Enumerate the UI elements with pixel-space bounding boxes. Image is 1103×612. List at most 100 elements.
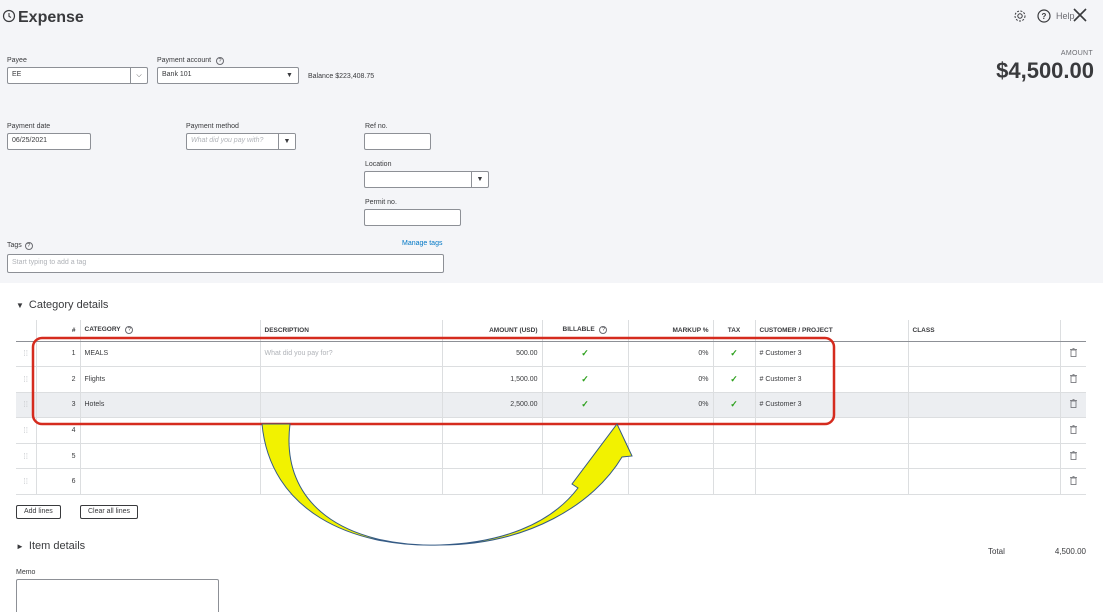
row-class[interactable] (907, 417, 1060, 444)
billable-check-icon[interactable]: ✓ (541, 341, 628, 368)
info-icon[interactable]: ? (125, 326, 134, 335)
row-customer[interactable] (754, 417, 908, 444)
info-icon[interactable]: ? (216, 57, 225, 65)
trash-icon[interactable] (1059, 443, 1086, 470)
row-markup[interactable]: 0% (627, 366, 713, 393)
history-icon[interactable] (2, 9, 16, 23)
row-amount[interactable] (441, 468, 542, 496)
row-tax[interactable] (712, 443, 755, 470)
info-icon[interactable]: ? (599, 326, 608, 335)
col-header-class: CLASS (907, 320, 1060, 342)
row-category[interactable]: Flights (79, 366, 260, 393)
row-tax[interactable] (712, 468, 755, 496)
drag-handle-icon[interactable]: ⁞⁞ (16, 468, 36, 496)
row-amount[interactable] (441, 417, 542, 444)
row-amount[interactable]: 1,500.00 (441, 366, 542, 393)
permit-no-input[interactable] (364, 209, 461, 226)
row-description[interactable] (259, 366, 442, 393)
table-row[interactable]: ⁞⁞ 3 Hotels 2,500.00 ✓ 0% ✓ # Customer 3 (16, 392, 1086, 419)
table-row[interactable]: ⁞⁞ 4 (16, 417, 1086, 444)
add-lines-button[interactable]: Add lines (16, 505, 61, 519)
chevron-down-icon[interactable]: ⌵ (130, 68, 147, 83)
amount-label: AMOUNT (1060, 50, 1093, 57)
category-details-toggle[interactable]: ▼ Category details (16, 299, 108, 311)
table-row[interactable]: ⁞⁞ 1 MEALS What did you pay for? 500.00 … (16, 341, 1086, 368)
info-icon[interactable]: ? (24, 242, 33, 250)
memo-textarea[interactable] (16, 579, 219, 612)
drag-handle-icon[interactable]: ⁞⁞ (16, 417, 36, 444)
row-customer[interactable]: # Customer 3 (754, 341, 908, 368)
row-category[interactable] (79, 417, 260, 444)
table-row[interactable]: ⁞⁞ 2 Flights 1,500.00 ✓ 0% ✓ # Customer … (16, 366, 1086, 393)
table-row[interactable]: ⁞⁞ 5 (16, 443, 1086, 470)
drag-handle-icon[interactable]: ⁞⁞ (16, 366, 36, 393)
row-category[interactable]: Hotels (79, 392, 260, 419)
tax-check-icon[interactable]: ✓ (712, 341, 755, 368)
row-amount[interactable]: 2,500.00 (441, 392, 542, 419)
row-customer[interactable] (754, 468, 908, 496)
help-icon[interactable]: ? (1037, 9, 1051, 23)
row-class[interactable] (907, 392, 1060, 419)
col-header-markup: MARKUP % (627, 320, 713, 342)
ref-no-input[interactable] (364, 133, 431, 150)
row-number: 4 (35, 417, 80, 444)
row-tax[interactable] (712, 417, 755, 444)
payment-account-select[interactable]: Bank 101 ▼ (157, 67, 299, 84)
billable-check-icon[interactable]: ✓ (541, 366, 628, 393)
row-billable[interactable] (541, 417, 628, 444)
payment-account-value: Bank 101 (162, 71, 192, 78)
row-class[interactable] (907, 341, 1060, 368)
drag-handle-icon[interactable]: ⁞⁞ (16, 341, 36, 368)
row-customer[interactable]: # Customer 3 (754, 366, 908, 393)
row-markup[interactable] (627, 468, 713, 496)
row-markup[interactable] (627, 443, 713, 470)
row-class[interactable] (907, 443, 1060, 470)
col-header-tax: TAX (712, 320, 755, 342)
payment-date-input[interactable]: 06/25/2021 (7, 133, 91, 150)
row-customer[interactable]: # Customer 3 (754, 392, 908, 419)
row-billable[interactable] (541, 443, 628, 470)
caret-down-icon[interactable]: ▼ (471, 172, 488, 187)
trash-icon[interactable] (1059, 468, 1086, 496)
row-description[interactable] (259, 392, 442, 419)
trash-icon[interactable] (1059, 366, 1086, 393)
row-class[interactable] (907, 468, 1060, 496)
caret-down-icon[interactable]: ▼ (281, 68, 298, 83)
trash-icon[interactable] (1059, 417, 1086, 444)
row-amount[interactable] (441, 443, 542, 470)
payment-method-select[interactable]: What did you pay with? ▼ (186, 133, 296, 150)
clear-all-lines-button[interactable]: Clear all lines (80, 505, 139, 519)
drag-handle-icon[interactable]: ⁞⁞ (16, 443, 36, 470)
manage-tags-link[interactable]: Manage tags (402, 240, 442, 247)
gear-icon[interactable] (1013, 9, 1027, 23)
permit-no-label: Permit no. (365, 199, 397, 206)
trash-icon[interactable] (1059, 341, 1086, 368)
location-select[interactable]: ▼ (364, 171, 489, 188)
row-category[interactable] (79, 468, 260, 496)
row-amount[interactable]: 500.00 (441, 341, 542, 368)
tax-check-icon[interactable]: ✓ (712, 366, 755, 393)
row-description[interactable]: What did you pay for? (259, 341, 442, 368)
item-details-toggle[interactable]: ► Item details (16, 540, 85, 552)
drag-handle-icon[interactable]: ⁞⁞ (16, 392, 36, 419)
billable-check-icon[interactable]: ✓ (541, 392, 628, 419)
caret-down-icon[interactable]: ▼ (278, 134, 295, 149)
row-category[interactable]: MEALS (79, 341, 260, 368)
total-value: 4,500.00 (1054, 547, 1086, 556)
row-description[interactable] (259, 417, 442, 444)
trash-icon[interactable] (1059, 392, 1086, 419)
row-customer[interactable] (754, 443, 908, 470)
row-category[interactable] (79, 443, 260, 470)
tags-input[interactable]: Start typing to add a tag (7, 254, 444, 273)
row-description[interactable] (259, 468, 442, 496)
row-markup[interactable]: 0% (627, 341, 713, 368)
payee-select[interactable]: EE ⌵ (7, 67, 148, 84)
table-row[interactable]: ⁞⁞ 6 (16, 468, 1086, 496)
row-markup[interactable] (627, 417, 713, 444)
close-icon[interactable] (1072, 7, 1088, 23)
row-class[interactable] (907, 366, 1060, 393)
row-billable[interactable] (541, 468, 628, 496)
row-markup[interactable]: 0% (627, 392, 713, 419)
tax-check-icon[interactable]: ✓ (712, 392, 755, 419)
row-description[interactable] (259, 443, 442, 470)
